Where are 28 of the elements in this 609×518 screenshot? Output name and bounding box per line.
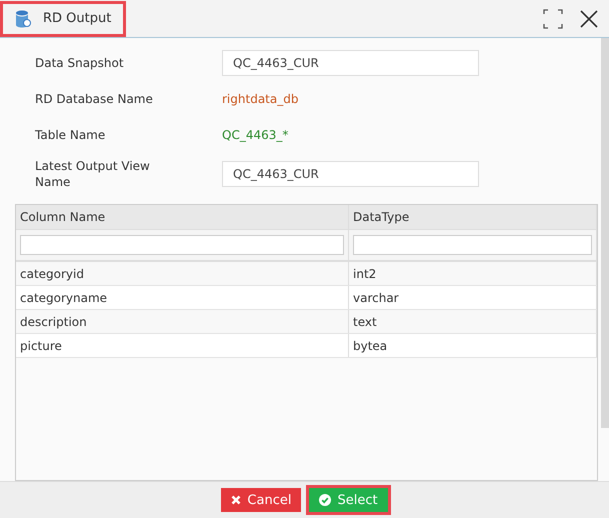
table-cell: categoryname: [16, 286, 349, 309]
column-header[interactable]: Column Name: [16, 205, 349, 229]
filter-field[interactable]: [353, 235, 592, 255]
input-field[interactable]: QC_4463_CUR: [222, 161, 479, 187]
window-title: RD Output: [0, 0, 126, 36]
table-cell: int2: [349, 262, 597, 285]
table-cell: text: [349, 310, 597, 333]
maximize-icon[interactable]: [543, 8, 563, 28]
scrollbar[interactable]: [601, 38, 609, 428]
field-label: RD Database Name: [35, 91, 154, 107]
input-field[interactable]: QC_4463_CUR: [222, 50, 479, 76]
cancel-button[interactable]: Cancel: [221, 488, 302, 512]
filter-field[interactable]: [20, 235, 344, 255]
table-cell: categoryid: [16, 262, 349, 285]
database-icon: [15, 10, 31, 28]
table-cell: varchar: [349, 286, 597, 309]
x-icon: [231, 495, 242, 505]
field-label: Data Snapshot: [35, 55, 125, 71]
field-value: QC_4463_*: [222, 128, 288, 142]
check-circle-icon: [319, 494, 332, 506]
field-label: Table Name: [35, 127, 106, 143]
close-icon[interactable]: [579, 8, 599, 28]
table-cell: description: [16, 310, 349, 333]
field-value: rightdata_db: [222, 92, 298, 106]
table-cell: picture: [16, 334, 349, 357]
field-label: Latest Output View Name: [35, 158, 151, 190]
column-header[interactable]: DataType: [349, 205, 597, 229]
table-cell: bytea: [349, 334, 597, 357]
